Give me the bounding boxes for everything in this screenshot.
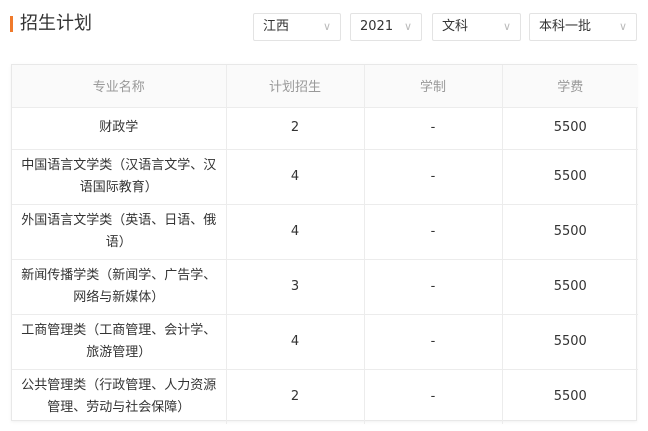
cell-plan: 4 bbox=[226, 149, 365, 205]
cell-plan: 4 bbox=[226, 314, 365, 370]
cell-duration: - bbox=[364, 369, 503, 424]
column-header-fee: 学费 bbox=[502, 65, 638, 108]
column-header-duration: 学制 bbox=[364, 65, 503, 108]
column-header-major: 专业名称 bbox=[12, 65, 227, 108]
header: 招生计划 江西 ∨ 2021 ∨ 文科 ∨ 本科一批 ∨ bbox=[0, 0, 648, 52]
cell-duration: - bbox=[364, 314, 503, 370]
cell-fee: 5500 bbox=[502, 149, 638, 205]
cell-fee: 5500 bbox=[553, 388, 587, 404]
cell-major: 工商管理类（工商管理、会计学、旅游管理） bbox=[12, 314, 227, 370]
province-select-value: 江西 bbox=[263, 19, 290, 34]
chevron-down-icon: ∨ bbox=[502, 20, 511, 33]
table-row: 财政学 2 - 5500 bbox=[12, 107, 638, 150]
table-row: 中国语言文学类（汉语言文学、汉语国际教育） 4 - 5500 bbox=[12, 149, 638, 205]
cell-fee: 5500 bbox=[502, 314, 638, 370]
page-title: 招生计划 bbox=[20, 13, 92, 34]
cell-duration: - bbox=[364, 149, 503, 205]
cell-major: 新闻传播学类（新闻学、广告学、网络与新媒体） bbox=[12, 259, 227, 315]
subject-select-value: 文科 bbox=[442, 19, 469, 34]
table-row: 公共管理类（行政管理、人力资源管理、劳动与社会保障） 2 - 5500 bbox=[12, 369, 638, 424]
cell-duration: - bbox=[364, 204, 503, 260]
column-header-plan: 计划招生 bbox=[226, 65, 365, 108]
cell-fee: 5500 bbox=[502, 259, 638, 315]
cell-plan: 3 bbox=[226, 259, 365, 315]
cell-major: 中国语言文学类（汉语言文学、汉语国际教育） bbox=[12, 149, 227, 205]
cell-plan: 2 bbox=[226, 107, 365, 150]
chevron-down-icon: ∨ bbox=[618, 20, 627, 33]
cell-duration: - bbox=[364, 107, 503, 150]
enrollment-plan-table: 专业名称 计划招生 学制 学费 财政学 2 - 5500 中国语言文学类（汉语言… bbox=[11, 64, 638, 424]
cell-major: 公共管理类（行政管理、人力资源管理、劳动与社会保障） bbox=[12, 369, 227, 424]
cell-fee: 5500 bbox=[502, 107, 638, 150]
table-header-row: 专业名称 计划招生 学制 学费 bbox=[12, 65, 638, 108]
year-select[interactable]: 2021 ∨ bbox=[350, 13, 422, 41]
table-row: 工商管理类（工商管理、会计学、旅游管理） 4 - 5500 bbox=[12, 314, 638, 370]
province-select[interactable]: 江西 ∨ bbox=[253, 13, 341, 41]
cell-major: 外国语言文学类（英语、日语、俄语） bbox=[12, 204, 227, 260]
table-row: 新闻传播学类（新闻学、广告学、网络与新媒体） 3 - 5500 bbox=[12, 259, 638, 315]
subject-select[interactable]: 文科 ∨ bbox=[432, 13, 521, 41]
cell-plan: 4 bbox=[226, 204, 365, 260]
cell-major: 财政学 bbox=[12, 107, 227, 150]
cell-plan: 2 bbox=[226, 369, 365, 424]
cell-duration: - bbox=[364, 259, 503, 315]
table-row: 外国语言文学类（英语、日语、俄语） 4 - 5500 bbox=[12, 204, 638, 260]
cell-fee: 5500 bbox=[502, 204, 638, 260]
chevron-down-icon: ∨ bbox=[403, 20, 412, 33]
title-accent-bar bbox=[10, 16, 13, 32]
chevron-down-icon: ∨ bbox=[322, 20, 331, 33]
batch-select-value: 本科一批 bbox=[539, 19, 592, 34]
batch-select[interactable]: 本科一批 ∨ bbox=[529, 13, 637, 41]
year-select-value: 2021 bbox=[360, 19, 394, 34]
